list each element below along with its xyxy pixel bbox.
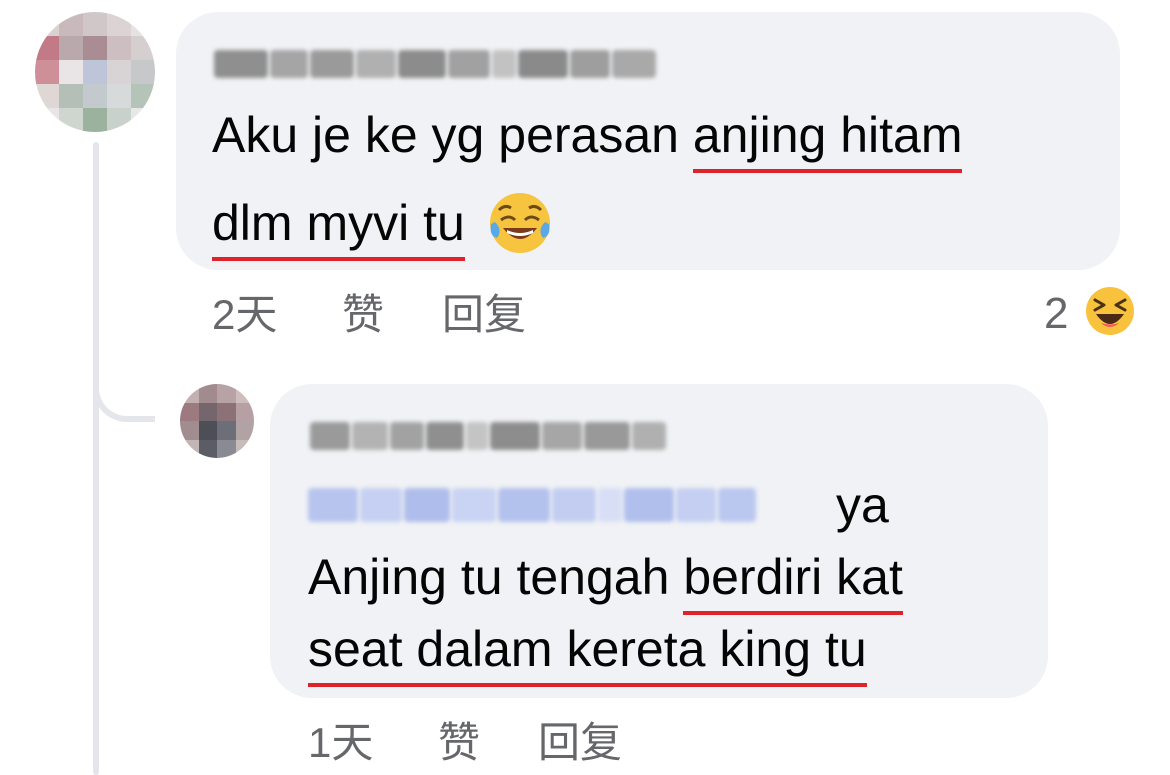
reply-text-underlined: seat dalam kereta king tu	[308, 621, 867, 687]
comment-text-underlined: anjing hitam	[692, 107, 963, 173]
comment-text-plain: Aku je ke yg perasan	[212, 107, 679, 163]
laughing-tears-emoji-icon	[487, 190, 553, 264]
reply-text-plain: Anjing tu tengah	[308, 549, 670, 605]
comment-timestamp[interactable]: 2天	[212, 294, 277, 336]
haha-reaction-icon[interactable]	[1085, 286, 1135, 336]
thread-connector-line	[93, 142, 99, 775]
mention-tag-blurred[interactable]	[308, 483, 758, 527]
comment-text-line-1: Aku je ke yg perasan anjing hitam	[212, 107, 963, 173]
like-button[interactable]: 赞	[438, 722, 480, 764]
replier-name-blurred[interactable]	[310, 418, 668, 454]
comment-text-line-2: dlm myvi tu	[212, 190, 553, 264]
reply-text-underlined: berdiri kat	[683, 549, 903, 615]
reply-timestamp[interactable]: 1天	[308, 722, 373, 764]
reply-button[interactable]: 回复	[538, 722, 622, 764]
reaction-count[interactable]: 2	[1044, 292, 1068, 336]
comment-text-underlined: dlm myvi tu	[212, 195, 465, 262]
avatar[interactable]	[180, 384, 254, 458]
reply-text-line-3: seat dalam kereta king tu	[308, 621, 867, 687]
like-button[interactable]: 赞	[342, 294, 384, 336]
reply-text-suffix: ya	[836, 477, 889, 533]
reply-text-line-2: Anjing tu tengah berdiri kat	[308, 549, 903, 615]
thread-connector-curve	[93, 330, 155, 422]
avatar[interactable]	[35, 12, 155, 132]
commenter-name-blurred[interactable]	[214, 46, 658, 82]
reply-button[interactable]: 回复	[442, 294, 526, 336]
